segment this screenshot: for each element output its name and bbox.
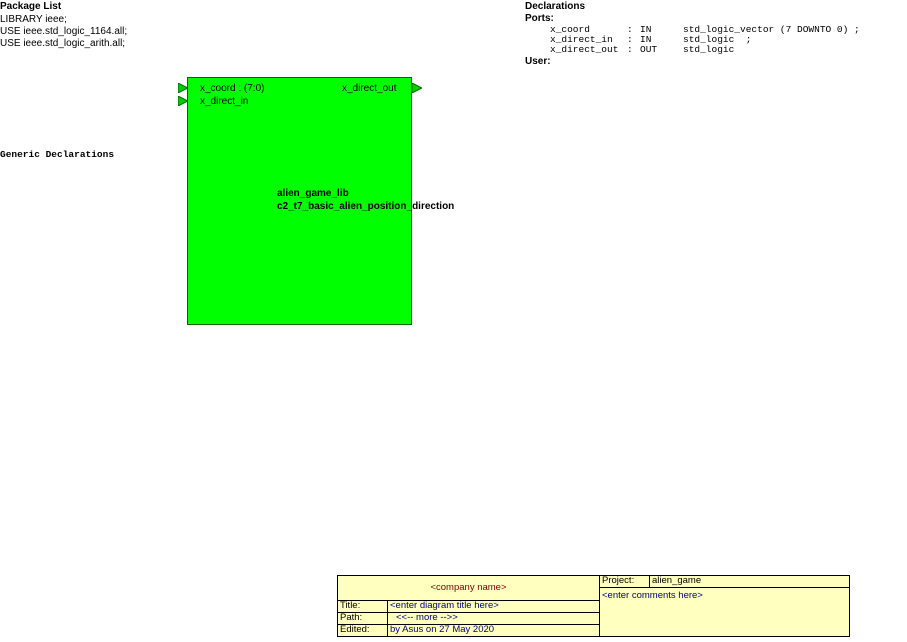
package-list-title: Package List (0, 1, 62, 12)
port-label-x-coord[interactable]: x_coord : (7:0) (200, 83, 264, 94)
port-name: x_direct_out (550, 44, 619, 55)
package-line-use-arith: USE ieee.std_logic_arith.all; (0, 38, 126, 49)
input-port-arrow-icon[interactable] (178, 96, 188, 106)
port-label-x-direct-out[interactable]: x_direct_out (342, 83, 396, 94)
title-block: <company name> Title: <enter diagram tit… (337, 575, 850, 637)
port-colon: : (627, 44, 633, 55)
library-name[interactable]: alien_game_lib (277, 188, 349, 200)
port-type: std_logic (683, 44, 735, 55)
company-name-cell[interactable]: <company name> (337, 575, 600, 601)
generic-declarations-title: Generic Declarations (0, 149, 115, 160)
package-line-use-1164: USE ieee.std_logic_1164.all; (0, 26, 128, 37)
comments-cell[interactable]: <enter comments here> (599, 587, 850, 637)
declarations-title: Declarations (525, 1, 586, 12)
ports-title: Ports: (525, 13, 554, 24)
user-declarations-title: User: (525, 56, 551, 67)
package-line-library: LIBRARY ieee; (0, 14, 67, 25)
port-mode: OUT (640, 44, 658, 55)
entity-name[interactable]: c2_t7_basic_alien_position_direction (277, 201, 454, 213)
edited-label: Edited: (337, 624, 388, 637)
output-port-arrow-icon[interactable] (412, 83, 422, 93)
input-port-arrow-icon[interactable] (178, 83, 188, 93)
edited-value: by Asus on 27 May 2020 (387, 624, 600, 637)
port-label-x-direct-in[interactable]: x_direct_in (200, 96, 248, 107)
